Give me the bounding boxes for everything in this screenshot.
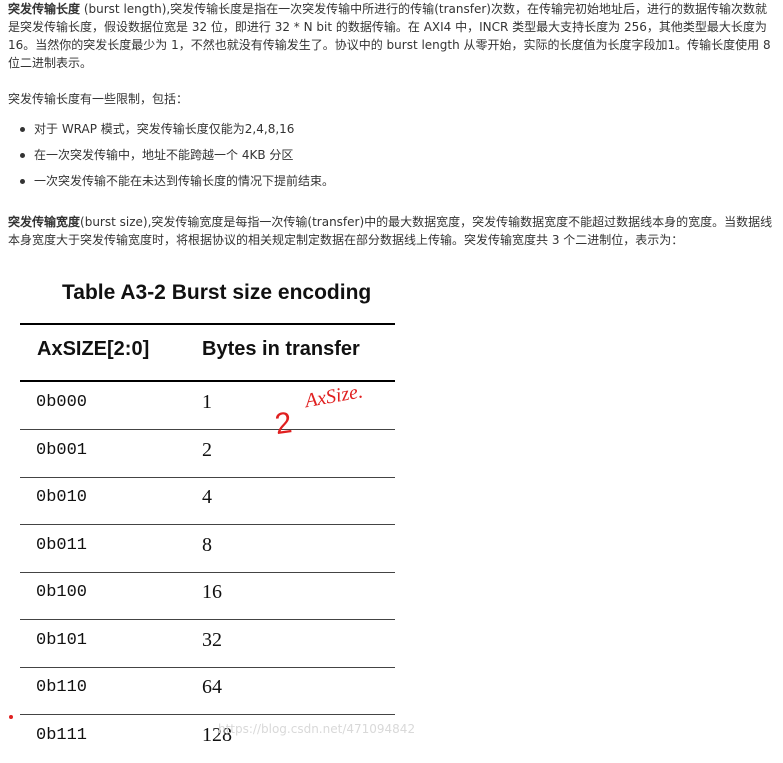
bytes-cell: 32 <box>202 629 222 651</box>
list-item: 在一次突发传输中，地址不能跨越一个 4KB 分区 <box>8 146 334 172</box>
table-title: Table A3-2 Burst size encoding <box>62 281 372 304</box>
axsize-cell: 0b110 <box>36 678 88 697</box>
axsize-cell: 0b010 <box>36 488 88 507</box>
axsize-cell: 0b000 <box>36 393 88 412</box>
table-row: 0b100 16 <box>20 572 395 620</box>
axsize-cell: 0b011 <box>36 536 88 555</box>
list-item: 一次突发传输不能在未达到传输长度的情况下提前结束。 <box>8 172 334 198</box>
handwritten-annotation: 2 AxSize. <box>273 380 365 441</box>
axsize-cell: 0b101 <box>36 631 88 650</box>
burst-size-paragraph: 突发传输宽度(burst size),突发传输宽度是每指一次传输(transfe… <box>8 213 776 249</box>
axsize-cell: 0b100 <box>36 583 88 602</box>
burst-size-term: 突发传输宽度 <box>8 215 81 229</box>
column-header-bytes: Bytes in transfer <box>202 338 360 360</box>
limits-list: 对于 WRAP 模式，突发传输长度仅能为2,4,8,16 在一次突发传输中，地址… <box>8 120 334 198</box>
bytes-cell: 64 <box>202 676 222 698</box>
limits-intro: 突发传输长度有一些限制，包括： <box>8 92 189 106</box>
burst-length-paragraph: 突发传输长度 (burst length),突发传输长度是指在一次突发传输中所进… <box>8 0 776 72</box>
bytes-cell: 16 <box>202 581 222 603</box>
bytes-cell: 4 <box>202 486 212 508</box>
table-row: 0b010 4 <box>20 477 395 525</box>
column-header-axsize: AxSIZE[2:0] <box>37 338 150 360</box>
burst-length-text: (burst length),突发传输长度是指在一次突发传输中所进行的传输(tr… <box>8 2 771 70</box>
red-dot-mark <box>9 715 13 719</box>
bytes-cell: 8 <box>202 534 212 556</box>
watermark: https://blog.csdn.net/4710948​42 <box>218 722 416 736</box>
annotation-label: AxSize. <box>301 380 364 412</box>
list-item: 对于 WRAP 模式，突发传输长度仅能为2,4,8,16 <box>8 120 334 146</box>
burst-size-text: (burst size),突发传输宽度是每指一次传输(transfer)中的最大… <box>8 215 773 247</box>
table-top-rule <box>20 323 395 325</box>
axsize-cell: 0b001 <box>36 441 88 460</box>
burst-length-term: 突发传输长度 <box>8 2 81 16</box>
table-row: 0b011 8 <box>20 525 395 573</box>
table-row: 0b101 32 <box>20 620 395 668</box>
bytes-cell: 2 <box>202 439 212 461</box>
annotation-number: 2 <box>273 406 294 441</box>
axsize-cell: 0b111 <box>36 726 88 745</box>
table-row: 0b110 64 <box>20 667 395 715</box>
bytes-cell: 1 <box>202 391 212 413</box>
